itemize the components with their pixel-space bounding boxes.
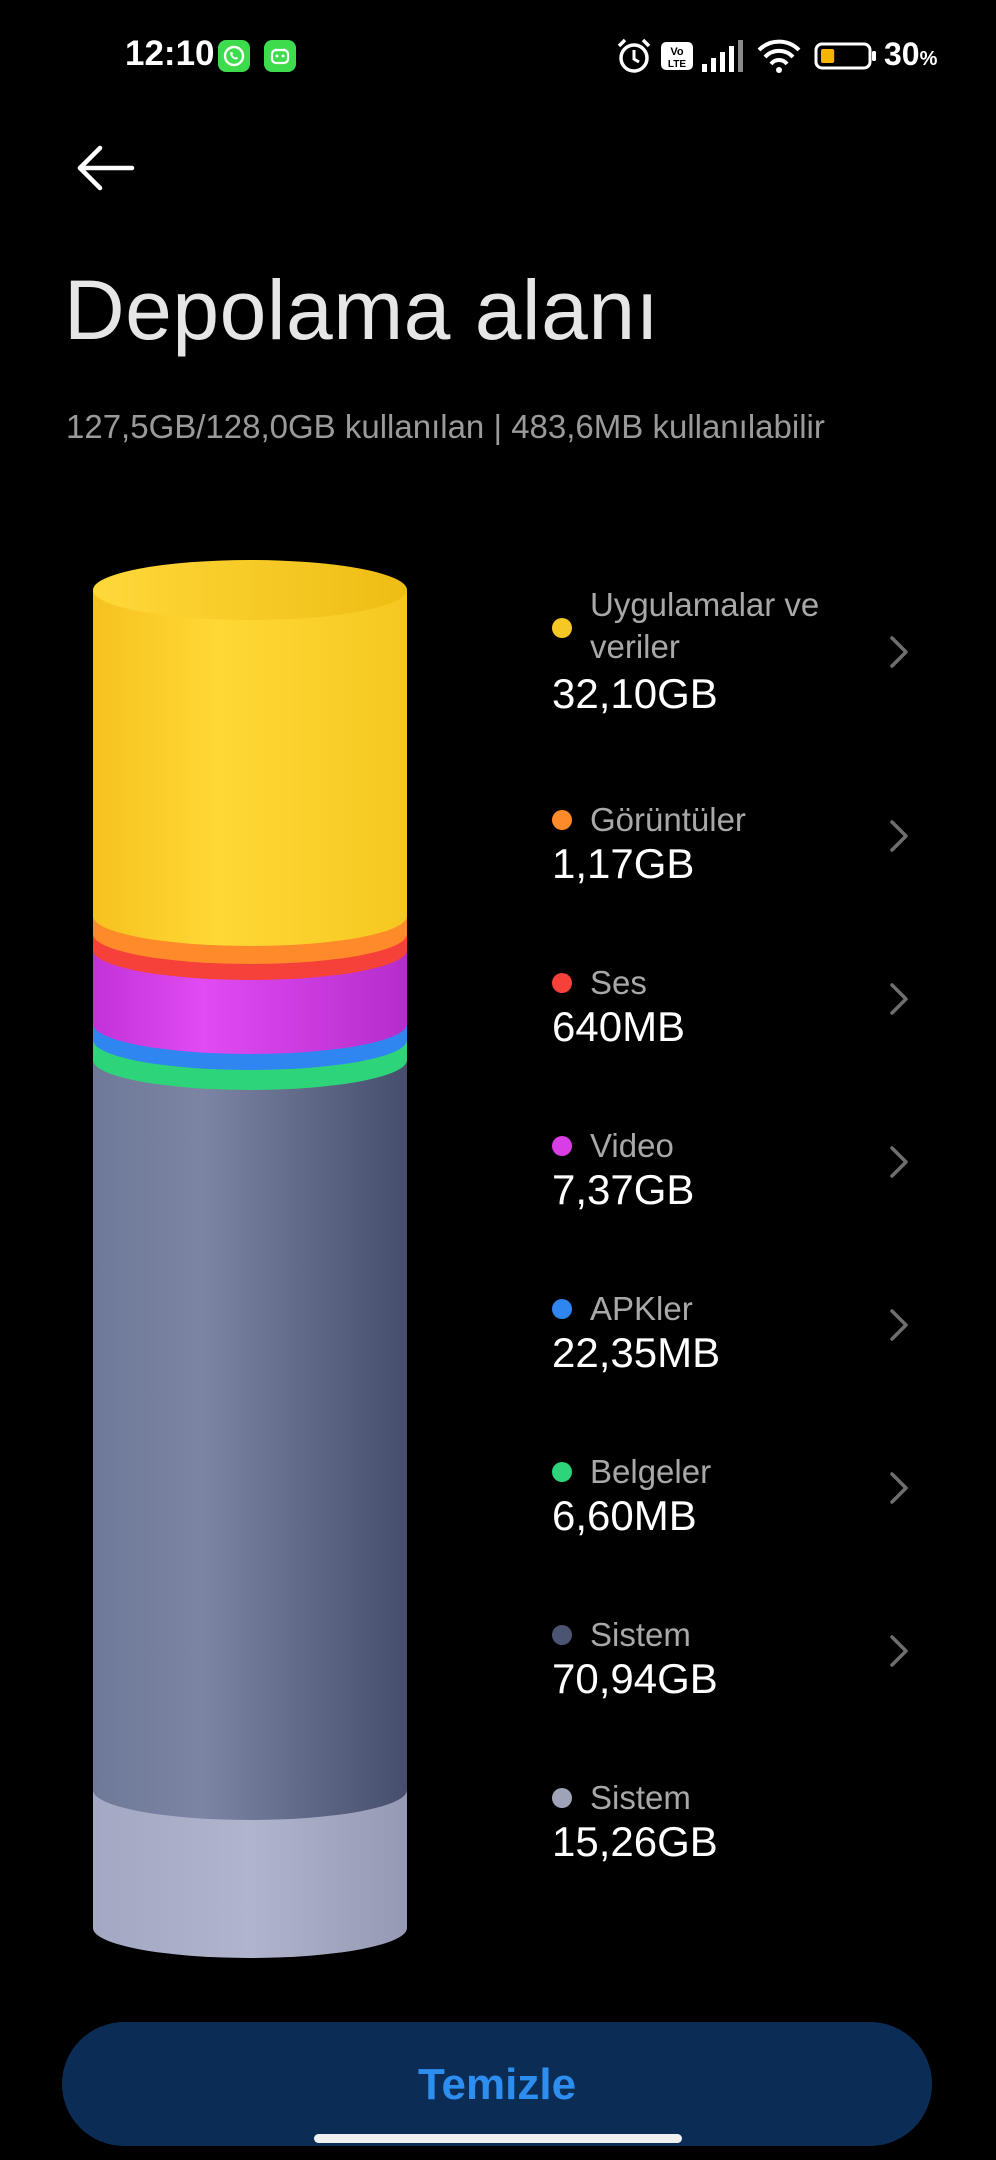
category-row-ses[interactable]: Ses 640MB: [530, 943, 970, 1073]
category-value: 70,94GB: [552, 1655, 718, 1702]
chevron-right-icon: [890, 1309, 908, 1341]
storage-cylinder-chart: [93, 560, 407, 1958]
color-dot: [552, 1788, 572, 1808]
category-row-belgeler[interactable]: Belgeler 6,60MB: [530, 1432, 970, 1562]
category-value: 6,60MB: [552, 1492, 697, 1539]
category-row-uygulamalar[interactable]: Uygulamalar ve veriler 32,10GB: [530, 570, 970, 717]
color-dot: [552, 810, 572, 830]
category-value: 1,17GB: [552, 840, 695, 887]
home-indicator[interactable]: [314, 2134, 682, 2143]
color-dot: [552, 1462, 572, 1482]
category-row-sistem[interactable]: Sistem 70,94GB: [530, 1595, 970, 1725]
category-row-apkler[interactable]: APKler 22,35MB: [530, 1269, 970, 1399]
category-label: Belgeler: [590, 1453, 712, 1490]
arrow-left-icon[interactable]: [72, 140, 136, 196]
status-time: 12:10: [125, 34, 215, 73]
cylinder-top: [93, 560, 407, 620]
chevron-right-icon: [890, 820, 908, 852]
category-label: APKler: [590, 1290, 693, 1327]
color-dot: [552, 1299, 572, 1319]
category-label: Uygulamalar ve veriler: [590, 586, 820, 665]
chevron-right-icon: [890, 983, 908, 1015]
category-label: Sistem: [590, 1779, 691, 1816]
clean-button[interactable]: Temizle: [62, 2022, 932, 2146]
color-dot: [552, 1625, 572, 1645]
category-row-video[interactable]: Video 7,37GB: [530, 1106, 970, 1236]
svg-text:LTE: LTE: [668, 59, 686, 70]
alarm-icon: [617, 38, 651, 73]
whatsapp-icon: [218, 40, 250, 72]
chevron-right-icon: [890, 1472, 908, 1504]
category-label: Sistem: [590, 1616, 691, 1653]
clean-button-label: Temizle: [417, 2060, 577, 2109]
category-value: 15,26GB: [552, 1818, 718, 1865]
category-row-goruntuler[interactable]: Görüntüler 1,17GB: [530, 780, 970, 910]
status-bar: 12:10 Vo LTE 30%: [0, 0, 996, 112]
category-label: Görüntüler: [590, 801, 746, 838]
battery-percent: 30%: [884, 36, 938, 72]
chevron-right-icon: [890, 1146, 908, 1178]
wifi-icon: [757, 39, 801, 73]
category-value: 7,37GB: [552, 1166, 695, 1213]
page-title: Depolama alanı: [64, 263, 660, 357]
segment-uygulamalar: [93, 590, 407, 946]
color-dot: [552, 618, 572, 638]
segment-sistem: [93, 1060, 407, 1820]
category-label: Ses: [590, 964, 647, 1001]
battery-icon: [814, 42, 876, 70]
category-value: 32,10GB: [552, 670, 718, 717]
category-label: Video: [590, 1127, 674, 1164]
color-dot: [552, 1136, 572, 1156]
category-row-sistem-other: Sistem 15,26GB: [530, 1758, 970, 1888]
android-app-icon: [264, 40, 296, 72]
color-dot: [552, 973, 572, 993]
category-value: 640MB: [552, 1003, 686, 1050]
svg-text:Vo: Vo: [670, 46, 684, 58]
volte-icon: Vo LTE: [661, 42, 693, 70]
signal-icon: [702, 40, 743, 72]
category-value: 22,35MB: [552, 1329, 721, 1376]
chevron-right-icon: [890, 636, 908, 668]
chevron-right-icon: [890, 1635, 908, 1667]
storage-summary: 127,5GB/128,0GB kullanılan | 483,6MB kul…: [66, 408, 825, 445]
